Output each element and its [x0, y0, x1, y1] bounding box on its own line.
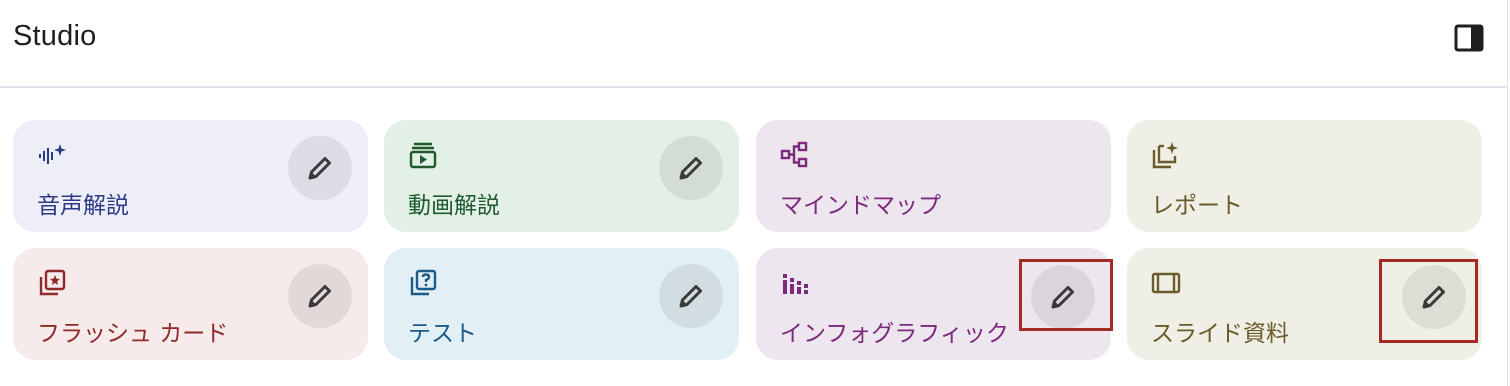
card-report[interactable]: レポート: [1127, 120, 1482, 232]
card-label: スライド資料: [1151, 321, 1289, 347]
side-panel-icon: [1454, 24, 1484, 52]
studio-panel: Studio 音声解説 動画解説 マインドマップ レポート フラッシュ カード …: [0, 0, 1508, 386]
pencil-icon: [1051, 286, 1074, 309]
infographic-bars-icon: [783, 274, 808, 294]
card-infographic[interactable]: インフォグラフィック: [756, 248, 1111, 360]
card-audio-overview[interactable]: 音声解説: [13, 120, 368, 232]
edit-button[interactable]: [659, 264, 723, 328]
pencil-icon: [679, 285, 702, 308]
report-sparkle-icon: [1152, 142, 1178, 169]
quiz-question-icon: [410, 269, 437, 296]
card-slides[interactable]: スライド資料: [1127, 248, 1482, 360]
card-flashcards[interactable]: フラッシュ カード: [13, 248, 368, 360]
studio-header: Studio: [0, 0, 1508, 88]
slides-icon: [1151, 272, 1181, 294]
edit-button[interactable]: [659, 136, 723, 200]
panel-title: Studio: [13, 20, 97, 52]
card-mind-map[interactable]: マインドマップ: [756, 120, 1111, 232]
card-label: テスト: [408, 321, 477, 347]
pencil-icon: [1422, 286, 1445, 309]
card-label: フラッシュ カード: [37, 321, 229, 347]
card-video-overview[interactable]: 動画解説: [384, 120, 739, 232]
edit-button[interactable]: [288, 136, 352, 200]
card-label: レポート: [1151, 193, 1243, 219]
card-label: マインドマップ: [780, 193, 941, 219]
mind-map-icon: [780, 141, 808, 168]
edit-button[interactable]: [1402, 265, 1466, 329]
edit-button[interactable]: [1031, 265, 1095, 329]
card-label: インフォグラフィック: [780, 321, 1009, 347]
card-label: 動画解説: [408, 193, 500, 219]
card-quiz[interactable]: テスト: [384, 248, 739, 360]
video-stack-icon: [409, 142, 437, 169]
audio-sparkle-icon: [39, 144, 66, 164]
pencil-icon: [308, 157, 331, 180]
collapse-panel-button[interactable]: [1446, 17, 1492, 59]
pencil-icon: [308, 285, 331, 308]
flashcard-star-icon: [39, 269, 66, 296]
edit-button[interactable]: [288, 264, 352, 328]
pencil-icon: [679, 157, 702, 180]
card-label: 音声解説: [37, 193, 129, 219]
